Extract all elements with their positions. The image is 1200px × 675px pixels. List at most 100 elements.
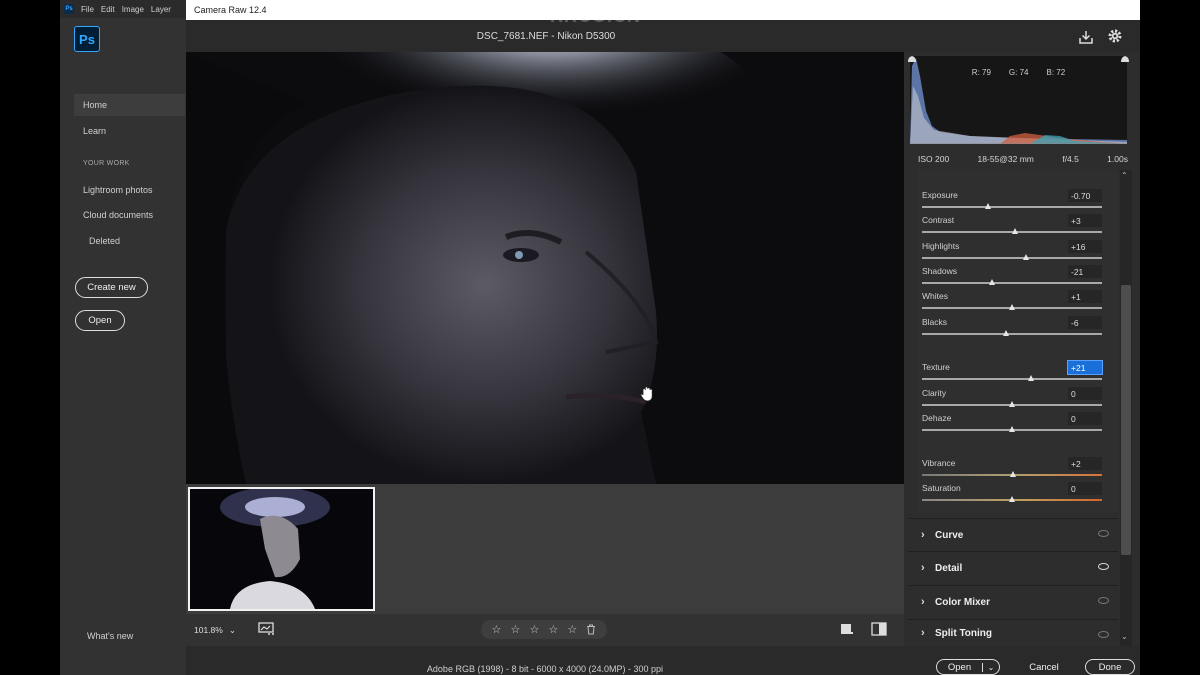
camera-info: ISO 200 18-55@32 mm f/4.5 1.00s [918,154,1128,164]
chevron-right-icon: › [921,562,925,574]
watermark: RRCG.CN [550,6,641,26]
section-color-mixer-label: Color Mixer [935,596,991,608]
slider-label-clarity: Clarity [922,388,947,398]
slider-handle-texture[interactable] [1028,375,1035,381]
slider-label-whites: Whites [922,291,948,301]
slider-handle-clarity[interactable] [1008,401,1015,407]
slider-handle-highlights[interactable] [1022,254,1029,260]
menu-image[interactable]: Image [122,5,144,14]
slider-track-exposure[interactable] [922,206,1102,208]
lens-value: 18-55@32 mm [977,154,1034,164]
filmstrip-thumbnail[interactable] [188,487,375,611]
slider-handle-dehaze[interactable] [1008,426,1015,432]
eye-icon[interactable] [1098,563,1109,570]
chevron-right-icon: › [921,627,925,639]
slider-track-highlights[interactable] [922,257,1102,259]
slider-value-blacks[interactable]: -6 [1068,316,1102,329]
slider-handle-whites[interactable] [1008,304,1015,310]
slider-handle-saturation[interactable] [1008,496,1015,502]
menu-file[interactable]: File [81,5,94,14]
whats-new-link[interactable]: What's new [87,631,133,641]
eye-icon[interactable] [1098,631,1109,638]
nav-cloud-documents[interactable]: Cloud documents [83,210,153,220]
menu-edit[interactable]: Edit [101,5,115,14]
slider-track-texture[interactable] [922,378,1102,380]
slider-handle-exposure[interactable] [985,203,992,209]
photo-preview[interactable] [186,52,904,484]
star-rating[interactable]: ☆ ☆ ☆ ☆ ☆ [481,620,607,639]
slider-label-dehaze: Dehaze [922,413,952,423]
open-image-label: Open [947,661,972,673]
slider-label-saturation: Saturation [922,483,961,493]
chevron-down-icon[interactable]: ⌄ [982,662,999,672]
slider-track-blacks[interactable] [922,333,1102,335]
star-icon[interactable]: ☆ [529,623,539,636]
section-curve[interactable]: › Curve [908,518,1118,551]
zoom-level-dropdown[interactable]: 101.8% ⌄ [194,625,236,636]
nav-learn[interactable]: Learn [83,126,106,136]
rgb-b-value: B: 72 [1046,68,1066,77]
slider-handle-blacks[interactable] [1003,330,1010,336]
slider-label-contrast: Contrast [922,215,955,225]
hand-cursor-icon [640,386,653,402]
single-view-icon[interactable] [840,623,854,637]
slider-value-shadows[interactable]: -21 [1068,265,1102,278]
menu-layer[interactable]: Layer [151,5,171,14]
your-work-heading: YOUR WORK [83,160,130,167]
section-split-toning[interactable]: › Split Toning [908,619,1118,646]
nav-lightroom-photos[interactable]: Lightroom photos [83,185,153,195]
section-color-mixer[interactable]: › Color Mixer [908,585,1118,618]
photoshop-home-sidebar [60,18,186,675]
slider-value-whites[interactable]: +1 [1068,290,1102,303]
portrait-photo [186,52,904,484]
open-file-button[interactable]: Open [75,310,125,331]
open-image-button[interactable]: Open ⌄ [936,659,1000,675]
slider-label-shadows: Shadows [922,266,957,276]
camera-raw-titlebar: Camera Raw 12.4 [186,0,1140,20]
slider-track-shadows[interactable] [922,282,1102,284]
star-icon[interactable]: ☆ [511,623,521,636]
panel-scrollbar-thumb[interactable] [1121,285,1131,555]
slider-handle-contrast[interactable] [1012,228,1019,234]
trash-icon[interactable] [586,624,596,635]
filmstrip-options-icon[interactable] [258,622,276,636]
cancel-button[interactable]: Cancel [1022,659,1066,675]
slider-handle-shadows[interactable] [988,279,995,285]
slider-value-vibrance[interactable]: +2 [1068,457,1102,470]
iso-value: ISO 200 [918,154,950,164]
nav-home[interactable]: Home [74,94,185,116]
star-icon[interactable]: ☆ [492,623,502,636]
shadow-clipping-icon[interactable] [907,54,917,64]
scroll-down-icon[interactable]: ⌄ [1121,632,1128,641]
slider-value-highlights[interactable]: +16 [1068,240,1102,253]
create-new-button[interactable]: Create new [75,277,148,298]
nav-deleted[interactable]: Deleted [89,236,120,246]
before-after-icon[interactable] [871,622,887,637]
eye-icon[interactable] [1098,597,1109,604]
highlight-clipping-icon[interactable] [1120,54,1130,64]
slider-value-contrast[interactable]: +3 [1068,214,1102,227]
shutter-value: 1.00s [1107,154,1128,164]
chevron-right-icon: › [921,596,925,608]
save-image-icon[interactable] [1078,29,1094,45]
slider-value-texture[interactable]: +21 [1067,360,1103,375]
slider-value-clarity[interactable]: 0 [1068,387,1102,400]
slider-value-saturation[interactable]: 0 [1068,482,1102,495]
gear-icon[interactable] [1107,28,1123,44]
ps-app-icon: Ps [64,4,74,14]
rgb-g-value: G: 74 [1008,68,1029,77]
section-detail[interactable]: › Detail [908,551,1118,584]
done-button[interactable]: Done [1085,659,1135,675]
star-icon[interactable]: ☆ [548,623,558,636]
star-icon[interactable]: ☆ [567,623,577,636]
photoshop-logo: Ps [74,26,100,52]
thumbnail-photo [190,489,373,609]
eye-icon[interactable] [1098,530,1109,537]
slider-handle-vibrance[interactable] [1010,471,1017,477]
scroll-up-icon[interactable]: ⌃ [1121,171,1128,180]
image-info-link[interactable]: Adobe RGB (1998) - 8 bit - 6000 x 4000 (… [186,664,904,674]
section-split-toning-label: Split Toning [935,627,993,639]
slider-value-exposure[interactable]: -0.70 [1068,189,1102,202]
zoom-level-value: 101.8% [194,625,223,635]
slider-value-dehaze[interactable]: 0 [1068,412,1102,425]
